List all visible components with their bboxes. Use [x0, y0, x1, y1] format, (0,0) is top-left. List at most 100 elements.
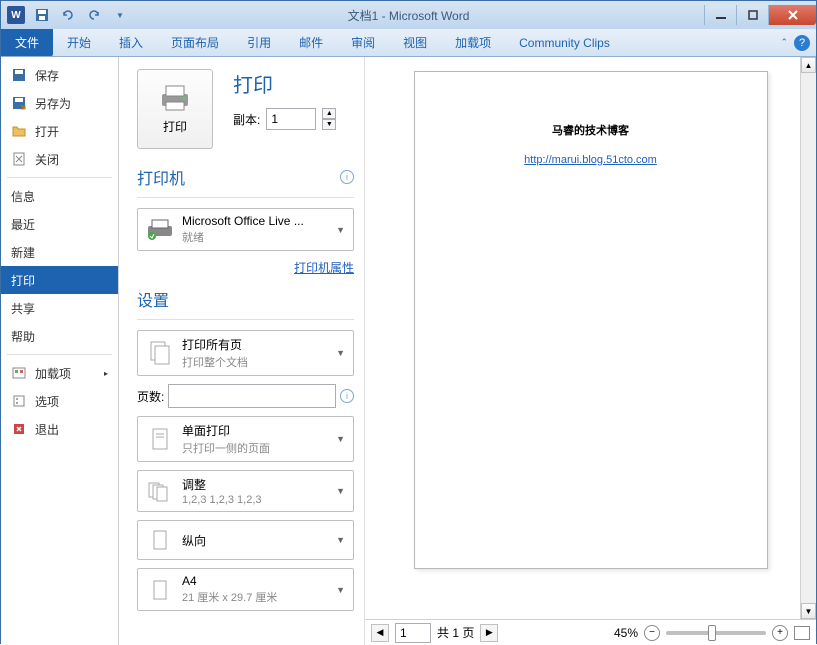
tab-view[interactable]: 视图 [389, 29, 441, 56]
nav-help[interactable]: 帮助 [1, 322, 118, 350]
page-number-input[interactable] [395, 623, 431, 643]
nav-save[interactable]: 保存 [1, 61, 118, 89]
next-page-button[interactable]: ▶ [480, 624, 498, 642]
qat-customize-button[interactable]: ▼ [109, 4, 131, 26]
zoom-thumb[interactable] [708, 625, 716, 641]
nav-help-label: 帮助 [11, 328, 35, 345]
title-bar: W ▼ 文档1 - Microsoft Word [1, 1, 816, 29]
page-total-label: 共 1 页 [437, 624, 474, 641]
printer-section-head: 打印机 [137, 165, 185, 189]
qat-save-button[interactable] [31, 4, 53, 26]
maximize-button[interactable] [736, 5, 768, 25]
tab-file[interactable]: 文件 [1, 29, 53, 56]
nav-saveas[interactable]: 另存为 [1, 89, 118, 117]
nav-print-label: 打印 [11, 272, 35, 289]
backstage-main: 打印 打印 副本: ▲ ▼ 打印机i [119, 57, 816, 645]
copies-down-button[interactable]: ▼ [322, 119, 336, 130]
orientation-icon [146, 526, 174, 554]
save-icon [11, 67, 27, 83]
orientation-label: 纵向 [182, 532, 328, 549]
preview-scrollbar[interactable]: ▲ ▼ [800, 57, 816, 619]
saveas-icon [11, 95, 27, 111]
nav-open[interactable]: 打开 [1, 117, 118, 145]
qat-redo-button[interactable] [83, 4, 105, 26]
minimize-button[interactable] [704, 5, 736, 25]
nav-recent[interactable]: 最近 [1, 210, 118, 238]
copies-up-button[interactable]: ▲ [322, 108, 336, 119]
zoom-out-button[interactable]: − [644, 625, 660, 641]
print-button[interactable]: 打印 [137, 69, 213, 149]
nav-exit[interactable]: 退出 [1, 415, 118, 443]
paper-sub: 21 厘米 x 29.7 厘米 [182, 589, 328, 605]
preview-doc-link: http://marui.blog.51cto.com [445, 154, 737, 166]
tab-mailings[interactable]: 邮件 [285, 29, 337, 56]
duplex-sub: 只打印一侧的页面 [182, 440, 328, 456]
collate-sub: 1,2,3 1,2,3 1,2,3 [182, 494, 328, 506]
print-panel: 打印 打印 副本: ▲ ▼ 打印机i [119, 57, 365, 645]
help-button[interactable]: ? [794, 35, 810, 51]
nav-new[interactable]: 新建 [1, 238, 118, 266]
chevron-right-icon: ▸ [104, 369, 108, 378]
prev-page-button[interactable]: ◀ [371, 624, 389, 642]
chevron-down-icon: ▼ [336, 585, 345, 595]
printer-small-icon [146, 216, 174, 244]
printer-name: Microsoft Office Live ... [182, 214, 328, 228]
tab-review[interactable]: 审阅 [337, 29, 389, 56]
zoom-slider[interactable] [666, 631, 766, 635]
printer-properties-link[interactable]: 打印机属性 [294, 261, 354, 275]
exit-icon [11, 421, 27, 437]
collate-dropdown[interactable]: 调整1,2,3 1,2,3 1,2,3 ▼ [137, 470, 354, 512]
pages-input[interactable] [168, 384, 336, 408]
zoom-level-label: 45% [614, 626, 638, 640]
duplex-dropdown[interactable]: 单面打印只打印一侧的页面 ▼ [137, 416, 354, 462]
nav-options-label: 选项 [35, 393, 59, 410]
undo-icon [60, 7, 76, 23]
qat-undo-button[interactable] [57, 4, 79, 26]
info-icon[interactable]: i [340, 170, 354, 184]
tab-home[interactable]: 开始 [53, 29, 105, 56]
chevron-down-icon: ▼ [336, 486, 345, 496]
backstage: 保存 另存为 打开 关闭 信息 最近 新建 打印 共享 帮助 加载项 ▸ 选项 退… [1, 57, 816, 645]
tab-community-clips[interactable]: Community Clips [505, 29, 624, 56]
ribbon-minimize-caret[interactable]: ⌃ [780, 37, 788, 48]
nav-share-label: 共享 [11, 300, 35, 317]
nav-close[interactable]: 关闭 [1, 145, 118, 173]
divider [137, 319, 354, 320]
ribbon: 文件 开始 插入 页面布局 引用 邮件 审阅 视图 加载项 Community … [1, 29, 816, 57]
app-icon[interactable]: W [5, 4, 27, 26]
tab-addins[interactable]: 加载项 [441, 29, 505, 56]
close-button[interactable] [768, 5, 816, 25]
nav-addins[interactable]: 加载项 ▸ [1, 359, 118, 387]
scroll-up-button[interactable]: ▲ [801, 57, 816, 73]
zoom-fit-button[interactable] [794, 626, 810, 640]
info-icon[interactable]: i [340, 389, 354, 403]
tab-insert[interactable]: 插入 [105, 29, 157, 56]
tab-layout[interactable]: 页面布局 [157, 29, 233, 56]
nav-print[interactable]: 打印 [1, 266, 118, 294]
chevron-down-icon: ▼ [336, 434, 345, 444]
close-file-icon [11, 151, 27, 167]
tab-references[interactable]: 引用 [233, 29, 285, 56]
preview-statusbar: ◀ 共 1 页 ▶ 45% − + [365, 619, 816, 645]
print-range-dropdown[interactable]: 打印所有页打印整个文档 ▼ [137, 330, 354, 376]
chevron-down-icon: ▼ [336, 225, 345, 235]
orientation-dropdown[interactable]: 纵向 ▼ [137, 520, 354, 560]
print-range-sub: 打印整个文档 [182, 354, 328, 370]
quick-access-toolbar: W ▼ [1, 4, 131, 26]
copies-input[interactable] [266, 108, 316, 130]
printer-dropdown[interactable]: Microsoft Office Live ...就绪 ▼ [137, 208, 354, 251]
papersize-icon [146, 576, 174, 604]
scroll-down-button[interactable]: ▼ [801, 603, 816, 619]
papersize-dropdown[interactable]: A421 厘米 x 29.7 厘米 ▼ [137, 568, 354, 611]
nav-share[interactable]: 共享 [1, 294, 118, 322]
print-range-main: 打印所有页 [182, 336, 328, 353]
window-controls [704, 5, 816, 25]
nav-options[interactable]: 选项 [1, 387, 118, 415]
close-icon [787, 10, 799, 20]
nav-addins-label: 加载项 [35, 365, 71, 382]
zoom-in-button[interactable]: + [772, 625, 788, 641]
minimize-icon [716, 10, 726, 20]
nav-info[interactable]: 信息 [1, 182, 118, 210]
nav-info-label: 信息 [11, 188, 35, 205]
collate-main: 调整 [182, 476, 328, 493]
